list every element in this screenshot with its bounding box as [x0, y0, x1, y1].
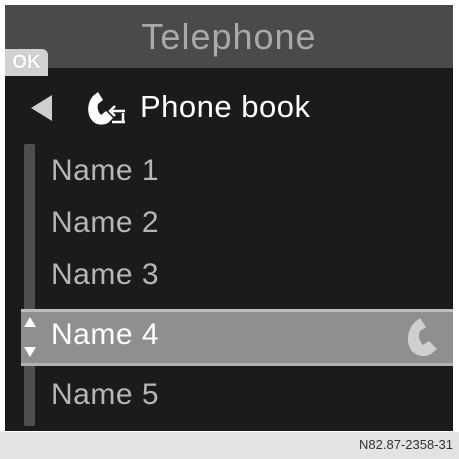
back-arrow-icon[interactable]	[28, 93, 54, 123]
list-item-selected[interactable]: Name 4	[21, 309, 453, 366]
call-icon[interactable]	[405, 316, 445, 358]
list-item-label: Name 5	[51, 378, 160, 411]
phonebook-icon	[88, 92, 125, 125]
list-item[interactable]: Name 1	[5, 145, 453, 201]
list-item[interactable]: Name 2	[5, 197, 453, 253]
list-item-label: Name 4	[51, 318, 160, 351]
list-item-label: Name 3	[51, 258, 160, 291]
figure-code: N82.87-2358-31	[359, 437, 453, 452]
list-item-label: Name 1	[51, 154, 160, 187]
title-bar: Telephone	[5, 5, 453, 68]
phonebook-title: Phone book	[140, 89, 311, 124]
list-item-label: Name 2	[51, 206, 160, 239]
list-item[interactable]: Name 3	[5, 249, 453, 305]
phonebook-header: Phone book	[5, 77, 453, 139]
list-item[interactable]: Name 5	[5, 369, 453, 425]
telephone-screen: Telephone OK Phone book Name 1 Name 2 Na…	[5, 5, 453, 431]
ok-button[interactable]: OK	[5, 49, 48, 76]
scroll-arrows-icon	[24, 317, 36, 357]
footer-bar: N82.87-2358-31	[0, 432, 459, 459]
page-title: Telephone	[141, 16, 317, 57]
